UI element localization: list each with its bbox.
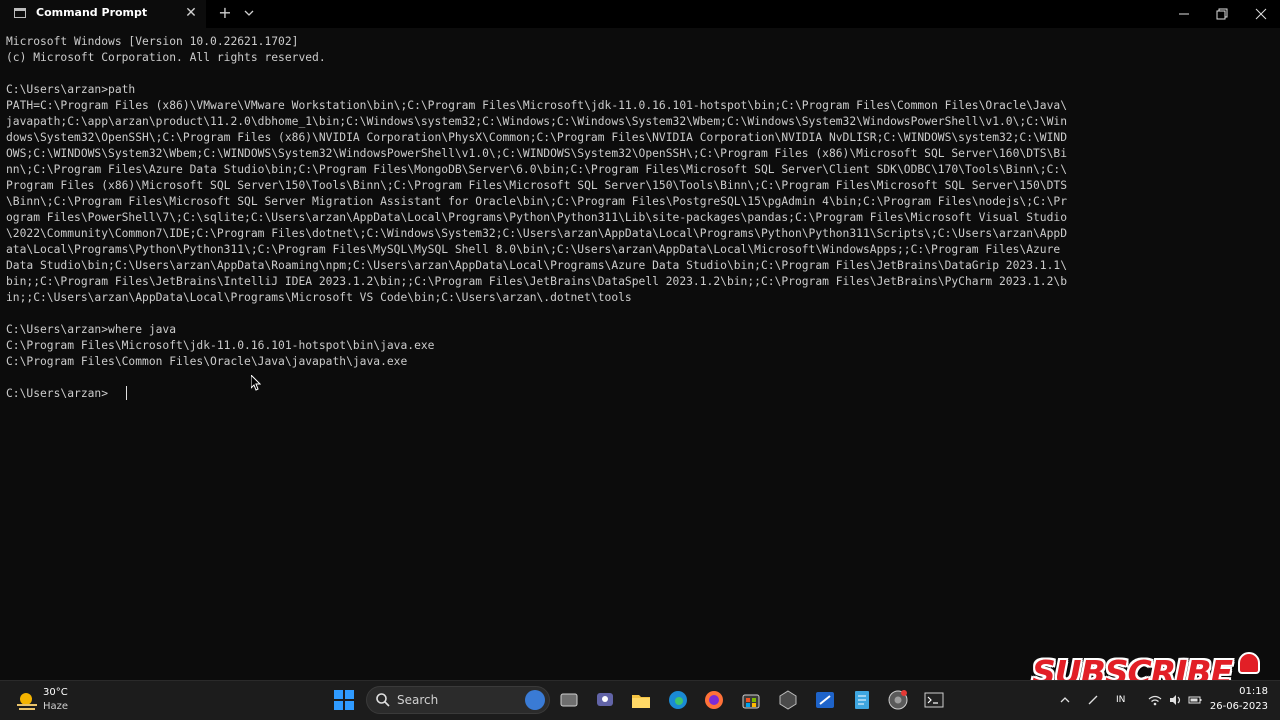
bing-icon[interactable] xyxy=(525,690,545,710)
sublime-icon[interactable] xyxy=(814,689,836,711)
file-explorer-icon[interactable] xyxy=(630,689,652,711)
terminal-line: javapath;C:\app\arzan\product\11.2.0\dbh… xyxy=(6,115,1068,128)
edge-icon[interactable] xyxy=(667,689,689,711)
taskbar: 30°C Haze Search IN 01:18 26-06-2023 xyxy=(0,680,1280,720)
new-tab-button[interactable]: + xyxy=(218,4,232,22)
text-caret xyxy=(126,386,127,400)
terminal-line: OWS;C:\WINDOWS\System32\Wbem;C:\WINDOWS\… xyxy=(6,147,1068,160)
terminal-line: nn\;C:\Program Files\Azure Data Studio\b… xyxy=(6,163,1068,176)
terminal-app-icon[interactable] xyxy=(777,689,799,711)
terminal-line: Program Files (x86)\Microsoft SQL Server… xyxy=(6,179,1068,192)
command-prompt-icon xyxy=(14,8,26,18)
weather-temperature[interactable]: 30°C xyxy=(43,687,68,698)
close-window-button[interactable] xyxy=(1242,0,1280,28)
tab-title: Command Prompt xyxy=(36,6,148,19)
terminal-line: C:\Users\arzan>where java xyxy=(6,323,177,336)
restore-button[interactable] xyxy=(1202,0,1240,28)
chevron-up-icon[interactable] xyxy=(1058,693,1072,707)
firefox-icon[interactable] xyxy=(703,689,725,711)
command-prompt-icon[interactable] xyxy=(923,689,945,711)
teams-icon[interactable] xyxy=(594,689,616,711)
terminal-line: PATH=C:\Program Files (x86)\VMware\VMwar… xyxy=(6,99,1068,112)
volume-icon[interactable] xyxy=(1168,693,1182,707)
clock-date[interactable]: 26-06-2023 xyxy=(1208,701,1268,712)
terminal-line: C:\Users\arzan>path xyxy=(6,83,136,96)
clock-time[interactable]: 01:18 xyxy=(1214,686,1268,697)
terminal-line: ata\Local\Programs\Python\Python311\;C:\… xyxy=(6,243,1061,256)
terminal-line: ogram Files\PowerShell\7\;C:\sqlite;C:\U… xyxy=(6,211,1068,224)
tab-command-prompt[interactable]: Command Prompt ✕ xyxy=(0,0,206,28)
terminal-line: Data Studio\bin;C:\Users\arzan\AppData\R… xyxy=(6,259,1068,272)
language-indicator[interactable]: IN xyxy=(1116,695,1125,705)
minimize-button[interactable] xyxy=(1164,0,1202,28)
mouse-pointer-icon xyxy=(251,375,261,391)
tab-close-icon[interactable]: ✕ xyxy=(184,5,198,21)
chrome-icon[interactable] xyxy=(887,689,909,711)
wifi-icon[interactable] xyxy=(1148,693,1162,707)
terminal-line: bin;;C:\Program Files\JetBrains\IntelliJ… xyxy=(6,275,1068,288)
title-bar: Command Prompt ✕ + xyxy=(0,0,1280,28)
pen-icon[interactable] xyxy=(1086,693,1100,707)
terminal-line: \Binn\;C:\Program Files\Microsoft SQL Se… xyxy=(6,195,1068,208)
weather-condition[interactable]: Haze xyxy=(43,701,68,712)
terminal-line: in;;C:\Users\arzan\AppData\Local\Program… xyxy=(6,291,632,304)
terminal-prompt[interactable]: C:\Users\arzan> xyxy=(6,386,108,402)
chevron-down-icon[interactable] xyxy=(243,6,255,20)
terminal-line: \2022\Community\Common7\IDE;C:\Program F… xyxy=(6,227,1068,240)
terminal-line: C:\Program Files\Common Files\Oracle\Jav… xyxy=(6,355,408,368)
taskbar-search[interactable]: Search xyxy=(366,686,550,714)
notepad-icon[interactable] xyxy=(851,689,873,711)
terminal-line: C:\Program Files\Microsoft\jdk-11.0.16.1… xyxy=(6,339,435,352)
bell-icon xyxy=(1238,652,1260,674)
battery-icon[interactable] xyxy=(1188,693,1202,707)
weather-haze-icon[interactable] xyxy=(14,690,40,712)
store-icon[interactable] xyxy=(740,689,762,711)
search-label: Search xyxy=(397,693,439,707)
search-icon xyxy=(376,693,390,707)
terminal-line: dows\System32\OpenSSH\;C:\Program Files … xyxy=(6,131,1068,144)
start-icon[interactable] xyxy=(333,689,355,711)
terminal-line: (c) Microsoft Corporation. All rights re… xyxy=(6,51,326,64)
task-view-icon[interactable] xyxy=(558,689,580,711)
terminal-line: Microsoft Windows [Version 10.0.22621.17… xyxy=(6,35,299,48)
terminal-output[interactable]: Microsoft Windows [Version 10.0.22621.17… xyxy=(0,28,1280,680)
